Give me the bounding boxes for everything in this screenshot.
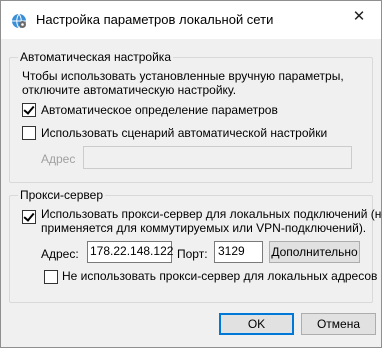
proxy-group-title: Прокси-сервер [18, 188, 105, 202]
auto-config-group: Автоматическая настройка Чтобы использов… [9, 50, 373, 183]
use-proxy-label-line2[interactable]: применяется для коммутируемых или VPN-по… [41, 221, 366, 235]
bypass-local-checkbox[interactable] [44, 270, 58, 284]
script-address-input[interactable] [83, 146, 352, 169]
auto-config-group-title: Автоматическая настройка [18, 50, 173, 64]
network-settings-icon [12, 13, 26, 29]
proxy-server-group: Прокси-сервер Использовать прокси-сервер… [9, 188, 382, 303]
auto-config-description-line2: отключите автоматическую настройку. [22, 83, 237, 97]
cancel-button[interactable]: Отмена [301, 313, 376, 335]
use-script-checkbox[interactable] [22, 126, 36, 140]
close-button[interactable]: ✕ [337, 1, 381, 31]
auto-detect-checkbox[interactable] [22, 103, 36, 117]
advanced-button[interactable]: Дополнительно [269, 241, 360, 263]
use-proxy-label-line1[interactable]: Использовать прокси-сервер для локальных… [41, 207, 382, 221]
auto-config-description-line1: Чтобы использовать установленные вручную… [22, 69, 344, 83]
proxy-address-input[interactable]: 178.22.148.122 [87, 241, 173, 263]
bypass-local-label[interactable]: Не использовать прокси-сервер для локаль… [62, 269, 377, 283]
ok-button[interactable]: OK [219, 313, 294, 335]
proxy-port-label: Порт: [177, 247, 208, 261]
title-bar: Настройка параметров локальной сети ✕ [1, 1, 381, 39]
lan-settings-dialog: Настройка параметров локальной сети ✕ Ав… [0, 0, 382, 348]
script-address-label: Адрес [41, 152, 76, 166]
window-title: Настройка параметров локальной сети [36, 12, 274, 27]
use-script-label[interactable]: Использовать сценарий автоматической нас… [41, 126, 327, 140]
close-icon: ✕ [352, 8, 366, 25]
dialog-body: Автоматическая настройка Чтобы использов… [1, 39, 382, 347]
proxy-address-label: Адрес: [41, 247, 79, 261]
auto-detect-label[interactable]: Автоматическое определение параметров [41, 103, 278, 117]
use-proxy-checkbox[interactable] [22, 210, 36, 224]
proxy-port-input[interactable]: 3129 [214, 241, 263, 263]
